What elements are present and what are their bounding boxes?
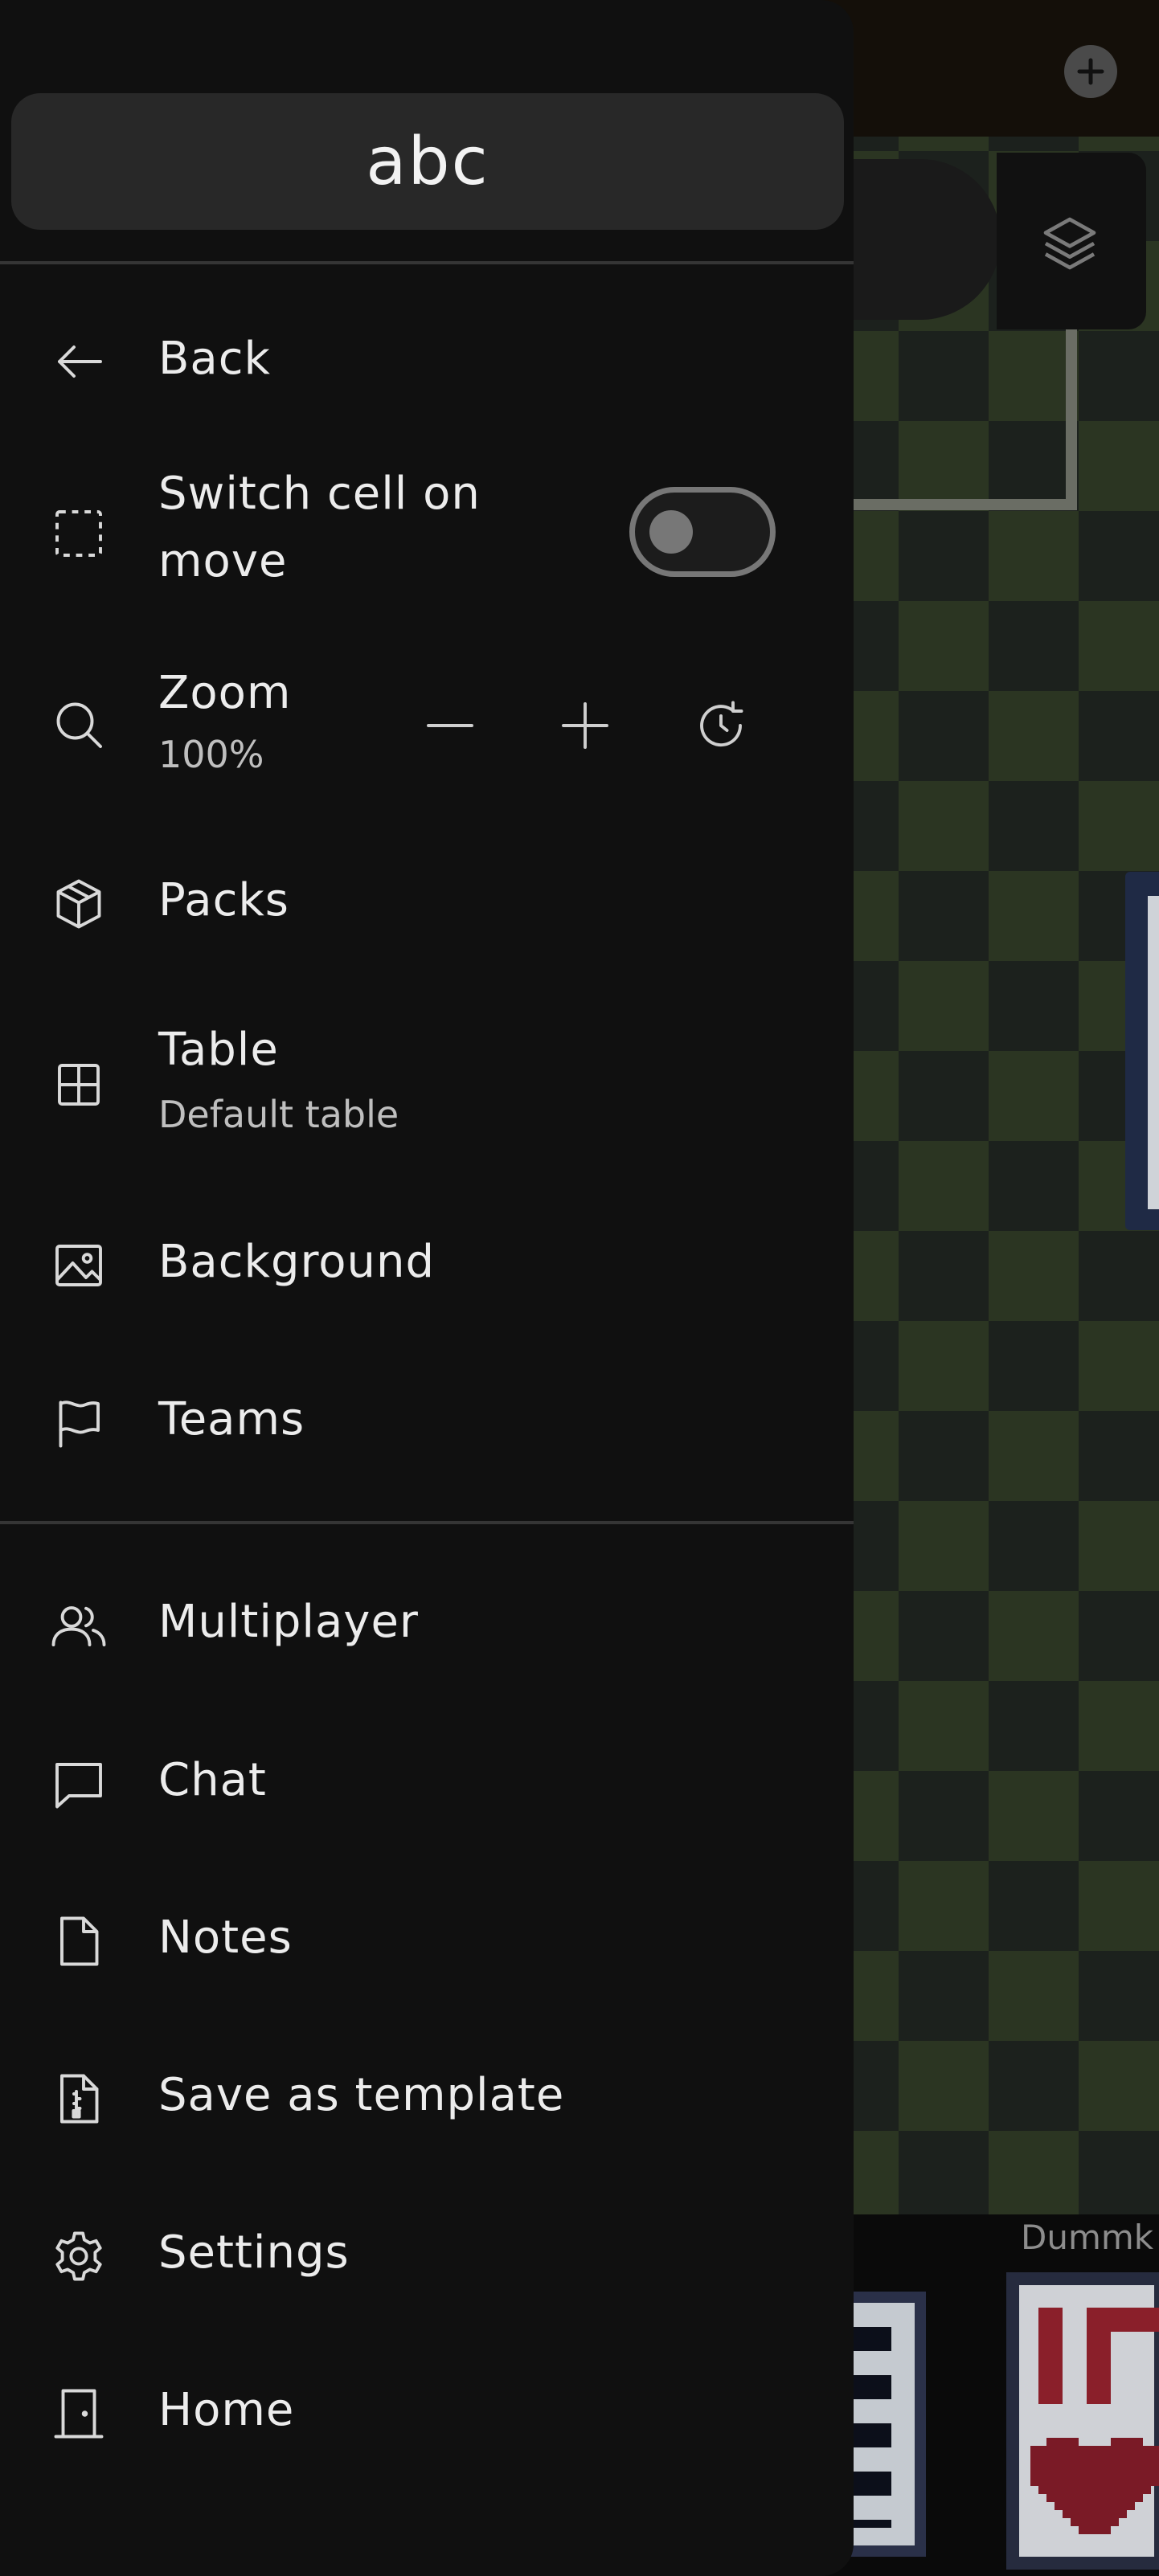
arrow-left-icon: [48, 331, 109, 392]
menu-item-notes[interactable]: Notes: [0, 1889, 854, 1993]
menu-label-home: Home: [158, 2384, 295, 2436]
toggle-knob: [649, 510, 693, 554]
door-icon: [48, 2383, 109, 2444]
clock-reset-icon: [700, 701, 743, 747]
menu-label-chat: Chat: [158, 1754, 267, 1806]
menu-label-save-template: Save as template: [158, 2069, 565, 2121]
plus-icon: [562, 702, 608, 749]
menu-label-switch-cell-line1: Switch cell on: [158, 468, 481, 520]
chat-bubble-icon: [48, 1753, 109, 1814]
layers-button[interactable]: [1034, 207, 1106, 280]
menu-label-background: Background: [158, 1236, 436, 1288]
menu-label-table: Table: [158, 1024, 279, 1076]
users-icon: [48, 1595, 109, 1656]
menu-item-multiplayer[interactable]: Multiplayer: [0, 1573, 854, 1678]
menu-item-save-template[interactable]: Save as template: [0, 2046, 854, 2151]
player-name: Dummk: [1021, 2218, 1154, 2257]
menu-label-teams: Teams: [158, 1393, 305, 1445]
zoom-label: Zoom: [158, 667, 292, 719]
menu-item-table[interactable]: Table Default table: [0, 1012, 854, 1157]
board-card[interactable]: [1125, 872, 1159, 1230]
menu-label-multiplayer: Multiplayer: [158, 1596, 419, 1648]
menu-label-settings: Settings: [158, 2226, 350, 2279]
dashed-square-icon: [48, 503, 109, 564]
image-icon: [48, 1235, 109, 1296]
menu-sub-table: Default table: [158, 1093, 399, 1136]
switch-cell-toggle[interactable]: [629, 487, 776, 577]
menu-item-packs[interactable]: Packs: [0, 852, 854, 956]
add-button[interactable]: [1064, 45, 1117, 98]
menu-label-back: Back: [158, 333, 271, 385]
card-rank-glyph: [1038, 2308, 1159, 2404]
layers-icon: [1043, 217, 1096, 270]
gear-icon: [48, 2226, 109, 2287]
menu-label-notes: Notes: [158, 1912, 293, 1964]
zoom-reset-button[interactable]: [685, 689, 757, 762]
zoom-in-button[interactable]: [549, 689, 621, 762]
menu-item-back[interactable]: Back: [0, 313, 854, 410]
box-icon: [48, 873, 109, 934]
menu-item-teams[interactable]: Teams: [0, 1371, 854, 1475]
zoom-out-button[interactable]: [414, 689, 486, 762]
board-selection-frame: [836, 317, 1077, 510]
app-screen: Dummk abc Back Switch cell on move Zoom …: [0, 0, 1159, 2576]
flag-icon: [48, 1392, 109, 1454]
file-zip-icon: [48, 2068, 109, 2129]
zoom-value: 100%: [158, 733, 264, 776]
side-drawer: abc Back Switch cell on move Zoom 100% P…: [0, 0, 854, 2576]
search-icon: [48, 694, 109, 755]
divider: [0, 261, 854, 264]
document-icon: [48, 1911, 109, 1972]
heart-icon: [1030, 2438, 1159, 2534]
menu-label-switch-cell-line2: move: [158, 535, 288, 587]
menu-label-packs: Packs: [158, 874, 289, 926]
plus-icon: [1077, 58, 1104, 85]
menu-item-home[interactable]: Home: [0, 2361, 854, 2466]
menu-item-settings[interactable]: Settings: [0, 2204, 854, 2308]
divider: [0, 1521, 854, 1524]
drawer-title[interactable]: abc: [11, 93, 844, 230]
grid-icon: [48, 1054, 109, 1115]
minus-icon: [427, 724, 473, 727]
menu-item-background[interactable]: Background: [0, 1213, 854, 1318]
hand-card[interactable]: [1006, 2272, 1159, 2570]
menu-item-chat[interactable]: Chat: [0, 1732, 854, 1836]
